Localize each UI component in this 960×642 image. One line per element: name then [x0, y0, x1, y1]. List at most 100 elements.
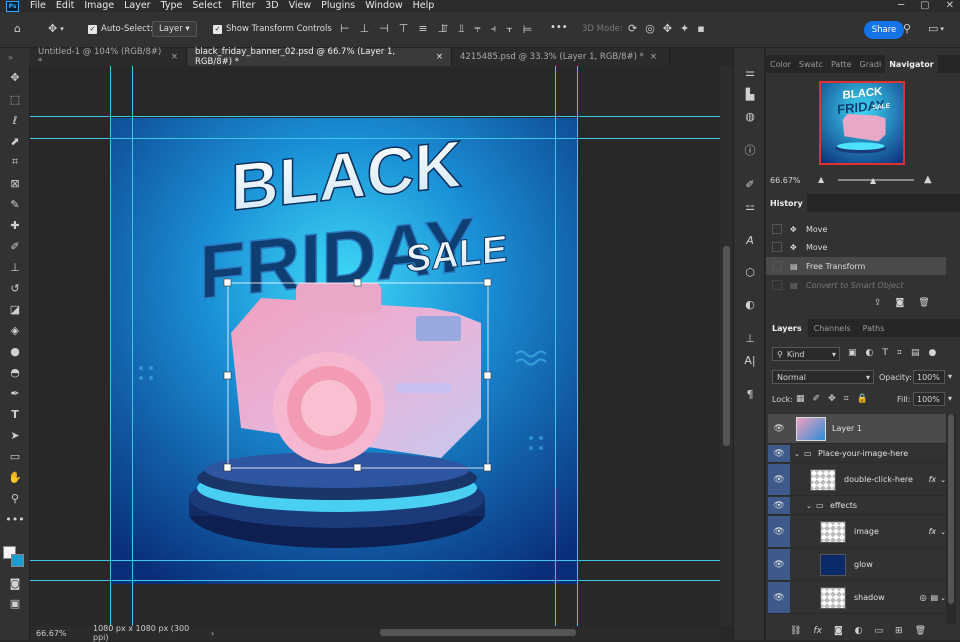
visibility-eye-icon[interactable]: 👁 — [768, 516, 790, 547]
layer-row[interactable]: 👁 glow — [768, 549, 946, 581]
quick-select-tool-icon[interactable]: ⬈ — [5, 132, 25, 150]
show-transform-checkbox[interactable]: ✓ Show Transform Controls — [213, 24, 332, 34]
tab-patterns[interactable]: Patte — [827, 55, 856, 73]
close-window-icon[interactable]: ✕ — [946, 0, 954, 12]
minimize-icon[interactable]: ─ — [898, 0, 904, 12]
tab-4215485[interactable]: 4215485.psd @ 33.3% (Layer 1, RGB/8#) * × — [452, 48, 670, 66]
tab-color[interactable]: Color — [766, 55, 795, 73]
auto-select-checkbox[interactable]: ✓ Auto-Select: — [88, 24, 153, 34]
add-layer-style-icon[interactable]: fx — [813, 626, 822, 636]
dodge-tool-icon[interactable]: ◓ — [5, 363, 25, 381]
history-item[interactable]: ✥ Move — [766, 220, 946, 238]
filter-shape-icon[interactable]: ⌗ — [897, 348, 902, 358]
edit-toolbar-icon[interactable]: ••• — [5, 510, 25, 528]
tab-untitled-1[interactable]: Untitled-1 @ 104% (RGB/8#) * × — [30, 47, 187, 67]
more-options-button[interactable]: ••• — [550, 22, 568, 33]
guide-vertical-right-2[interactable] — [577, 66, 578, 626]
background-color-swatch[interactable] — [11, 554, 24, 567]
canvas-area[interactable]: BLACK FRIDAY SALE — [30, 66, 720, 626]
layer-row[interactable]: 👁 double-click-here fx ⌄ — [768, 464, 946, 496]
zoom-tool-icon[interactable]: ⚲ — [5, 489, 25, 507]
layer-name[interactable]: shadow — [854, 593, 885, 602]
paragraph-icon[interactable]: ¶ — [742, 386, 758, 402]
fill-chevron-icon[interactable]: ▾ — [948, 394, 952, 403]
menu-image[interactable]: Image — [79, 0, 119, 12]
layer-name[interactable]: Layer 1 — [832, 424, 862, 433]
history-snapshot-checkbox[interactable] — [772, 242, 782, 252]
frame-tool-icon[interactable]: ⊠ — [5, 174, 25, 192]
close-tab-icon[interactable]: × — [650, 52, 657, 62]
menu-edit[interactable]: Edit — [51, 0, 79, 12]
move-tool-icon[interactable]: ✥ ▾ — [48, 22, 64, 35]
layer-kind-filter[interactable]: ⚲ Kind ▾ — [772, 347, 840, 361]
close-tab-icon[interactable]: × — [171, 52, 178, 62]
search-icon[interactable]: ⚲ — [903, 22, 911, 35]
quick-mask-icon[interactable]: ◙ — [5, 574, 25, 592]
history-item[interactable]: ✥ Move — [766, 238, 946, 256]
eraser-tool-icon[interactable]: ◪ — [5, 300, 25, 318]
visibility-eye-icon[interactable]: 👁 — [768, 497, 790, 514]
history-snapshot-checkbox[interactable] — [772, 261, 782, 271]
layer-name[interactable]: effects — [830, 501, 857, 510]
guide-vertical-left[interactable] — [110, 66, 111, 626]
distribute-bottom-icon[interactable]: ⫧ — [474, 22, 480, 36]
align-top-icon[interactable]: ⊤ — [399, 22, 409, 35]
clone-stamp-tool-icon[interactable]: ⊥ — [5, 258, 25, 276]
learn-icon[interactable]: ◍ — [742, 108, 758, 124]
guide-horizontal-top[interactable] — [30, 116, 720, 117]
snapshot-camera-icon[interactable]: ◙ — [896, 298, 905, 308]
3d-icon[interactable]: ⬡ — [742, 264, 758, 280]
menu-help[interactable]: Help — [408, 0, 440, 12]
layer-style-icon[interactable]: ◎ — [920, 593, 927, 602]
visibility-eye-icon[interactable]: 👁 — [768, 582, 790, 613]
type-tool-icon[interactable]: T — [5, 405, 25, 423]
paragraph-style-icon[interactable]: A| — [742, 352, 758, 368]
layer-row-group[interactable]: 👁 ⌄ ▭ effects — [768, 497, 946, 515]
lock-position-icon[interactable]: ✥ — [828, 394, 836, 404]
tab-channels[interactable]: Channels — [808, 319, 857, 337]
lasso-tool-icon[interactable]: ℓ — [5, 111, 25, 129]
crop-tool-icon[interactable]: ⌗ — [5, 153, 25, 171]
delete-layer-icon[interactable]: 🗑 — [915, 626, 926, 636]
guide-vertical-right[interactable] — [555, 66, 556, 626]
character-icon[interactable]: A — [742, 232, 758, 248]
blur-tool-icon[interactable]: ● — [5, 342, 25, 360]
new-group-icon[interactable]: ▭ — [875, 626, 884, 636]
history-snapshot-checkbox[interactable] — [772, 224, 782, 234]
brush-settings-icon[interactable]: ⚍ — [742, 198, 758, 214]
guide-horizontal-bottom-2[interactable] — [30, 580, 720, 581]
slide-icon[interactable]: ✦ — [680, 22, 689, 35]
auto-select-dropdown[interactable]: Layer ▾ — [152, 21, 197, 37]
zoom-in-icon[interactable]: ▲ — [924, 174, 932, 185]
zoom-out-icon[interactable]: ▲ — [818, 175, 824, 184]
workspace-icon[interactable]: ▭ ▾ — [928, 22, 944, 35]
vertical-scrollbar[interactable] — [720, 66, 733, 626]
menu-view[interactable]: View — [284, 0, 317, 12]
tab-paths[interactable]: Paths — [857, 319, 891, 337]
visibility-eye-icon[interactable]: 👁 — [768, 414, 790, 443]
eyedropper-tool-icon[interactable]: ✎ — [5, 195, 25, 213]
horizontal-scroll-thumb[interactable] — [380, 629, 576, 636]
fx-icon[interactable]: fx — [929, 475, 937, 484]
menu-3d[interactable]: 3D — [260, 0, 283, 12]
navigator-preview[interactable]: BLACK FRIDAY SALE — [819, 81, 905, 165]
group-expand-chevron-icon[interactable]: ⌄ — [806, 502, 816, 510]
pen-tool-icon[interactable]: ✒ — [5, 384, 25, 402]
move-tool-icon[interactable]: ✥ — [5, 68, 25, 86]
menu-file[interactable]: File — [25, 0, 51, 12]
distribute-left-icon[interactable]: ⫞ — [491, 22, 497, 36]
history-item-selected[interactable]: ▤ Free Transform — [766, 257, 946, 275]
tab-gradients[interactable]: Gradi — [856, 55, 886, 73]
tab-layers[interactable]: Layers — [766, 319, 808, 337]
libraries-icon[interactable]: ▙ — [742, 86, 758, 102]
fx-icon[interactable]: fx — [929, 527, 937, 536]
layer-name[interactable]: double-click-here — [844, 475, 913, 484]
new-adjustment-layer-icon[interactable]: ◐ — [855, 626, 863, 636]
filter-toggle-icon[interactable]: ● — [928, 348, 936, 358]
navigator-zoom[interactable]: 66.67% — [770, 176, 801, 185]
new-layer-icon[interactable]: ⊞ — [895, 626, 903, 636]
history-item-undone[interactable]: ▤ Convert to Smart Object — [766, 276, 946, 294]
add-mask-icon[interactable]: ◙ — [834, 626, 843, 636]
guide-horizontal-bottom[interactable] — [30, 560, 720, 561]
properties-icon[interactable]: ◐ — [742, 296, 758, 312]
